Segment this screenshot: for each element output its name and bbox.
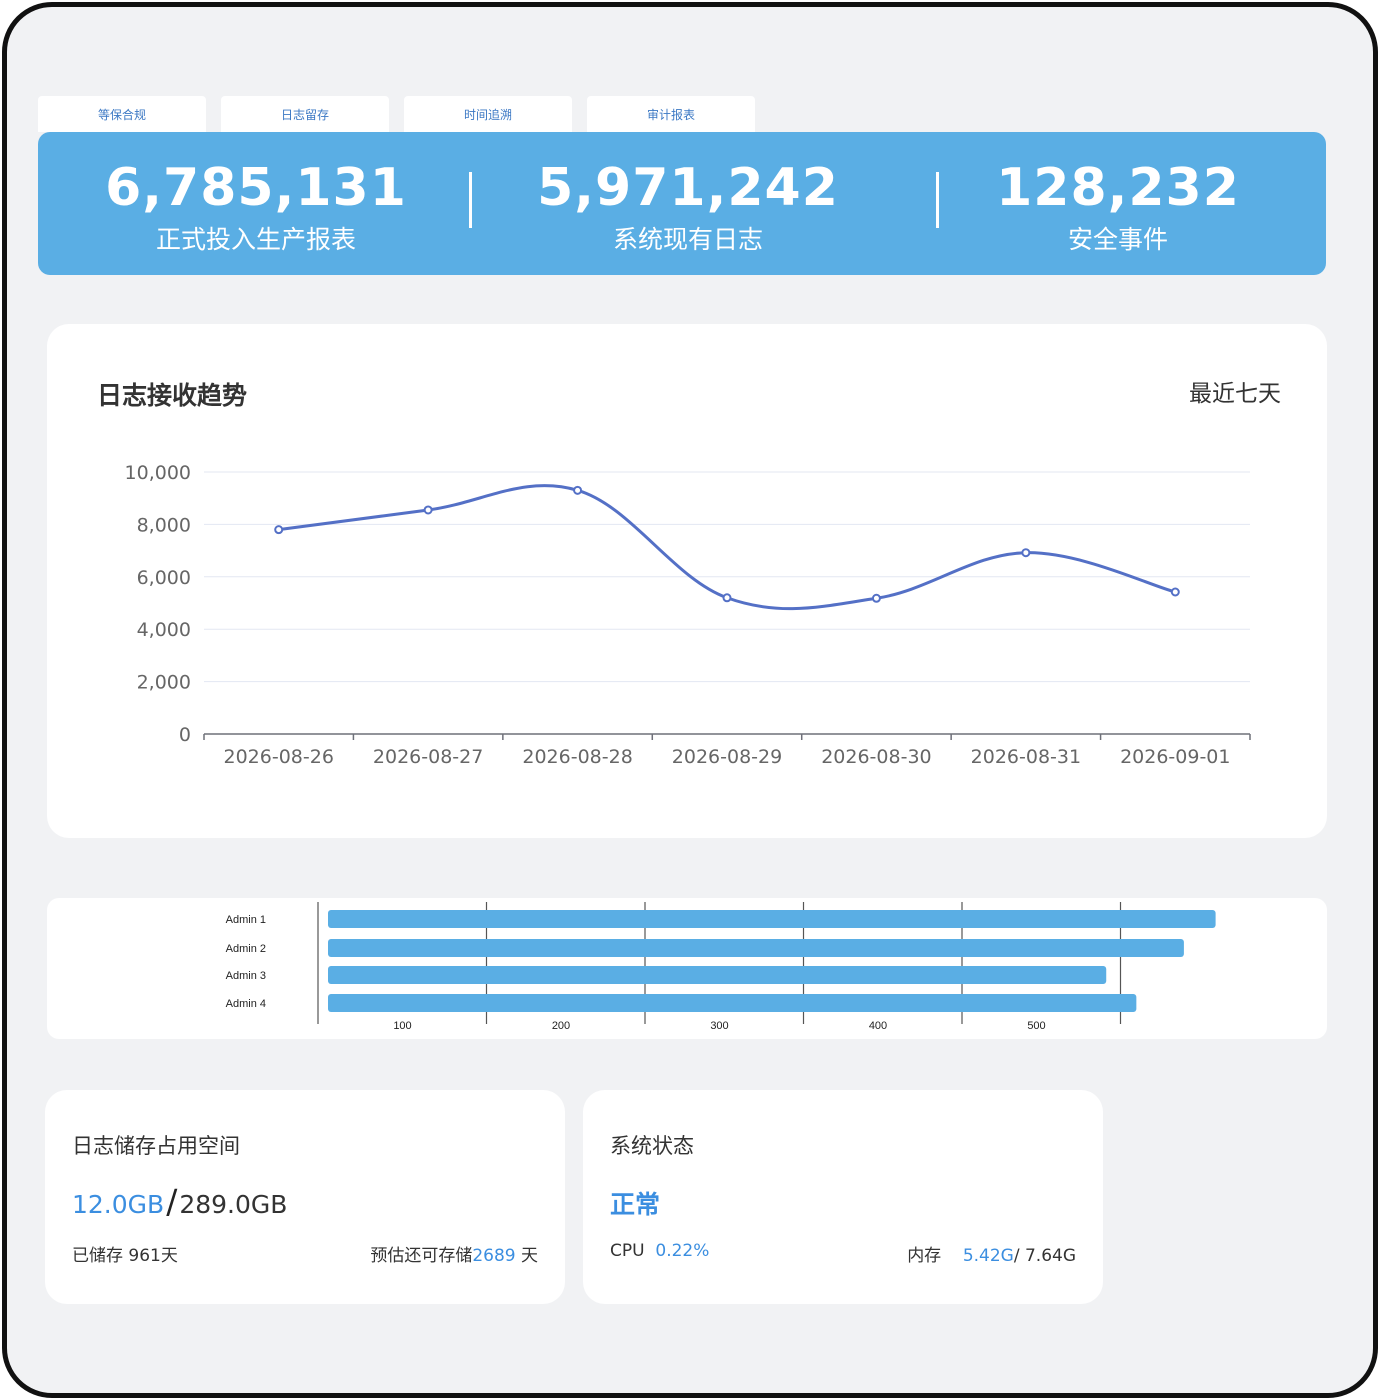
stat-events: 128,232 安全事件 bbox=[900, 132, 1336, 275]
storage-remaining: 预估还可存储2689 天 bbox=[370, 1241, 538, 1266]
bar bbox=[328, 966, 1107, 984]
y-tick-label: Admin 3 bbox=[226, 970, 266, 982]
x-tick-label: 2026-08-31 bbox=[971, 746, 1081, 768]
tab-log-retention[interactable]: 日志留存 bbox=[221, 96, 389, 132]
storage-remaining-days: 2689 bbox=[472, 1246, 516, 1266]
data-point bbox=[871, 593, 881, 603]
memory-total: / 7.64G bbox=[1013, 1246, 1076, 1266]
tab-time-trace[interactable]: 时间追溯 bbox=[404, 96, 572, 132]
y-tick-label: 10,000 bbox=[125, 462, 191, 484]
data-point bbox=[722, 593, 732, 603]
bar bbox=[328, 939, 1184, 957]
tab-compliance[interactable]: 等保合规 bbox=[38, 96, 206, 132]
storage-remaining-prefix: 预估还可存储 bbox=[370, 1246, 473, 1266]
storage-usage: 12.0GB/289.0GB bbox=[72, 1182, 287, 1221]
data-point bbox=[274, 525, 284, 535]
storage-remaining-suffix: 天 bbox=[515, 1246, 538, 1266]
y-tick-label: 2,000 bbox=[137, 672, 191, 694]
stat-events-label: 安全事件 bbox=[1067, 225, 1168, 254]
storage-separator: / bbox=[166, 1182, 178, 1221]
series-line bbox=[278, 484, 1176, 611]
x-tick-label: 2026-08-27 bbox=[373, 746, 483, 768]
x-tick-label: 100 bbox=[393, 1020, 411, 1032]
cpu-value: 0.22% bbox=[655, 1241, 710, 1261]
bar bbox=[328, 910, 1216, 928]
system-status-card: 系统状态 正常 CPU 0.22% 内存 5.42G/ 7.64G bbox=[583, 1090, 1103, 1304]
system-status-title: 系统状态 bbox=[610, 1134, 694, 1158]
data-point bbox=[1021, 548, 1031, 558]
admin-bar-card: 100 200 300 400 500 Admin 1 Admin 2 Admin 3 Admi… bbox=[47, 898, 1327, 1039]
memory-label: 内存 bbox=[907, 1246, 942, 1266]
stat-logs-value: 5,971,242 bbox=[537, 158, 839, 218]
stat-events-value: 128,232 bbox=[996, 158, 1240, 218]
x-tick-label: 2026-08-29 bbox=[672, 746, 782, 768]
cpu-label: CPU bbox=[610, 1241, 645, 1261]
x-tick-label: 300 bbox=[710, 1020, 728, 1032]
y-tick-label: 8,000 bbox=[137, 514, 191, 536]
storage-card: 日志储存占用空间 12.0GB/289.0GB 已储存 961天 预估还可存储2… bbox=[45, 1090, 565, 1304]
stat-logs: 5,971,242 系统现有日志 bbox=[470, 132, 906, 275]
storage-used: 12.0GB bbox=[72, 1190, 165, 1219]
y-tick-label: Admin 1 bbox=[226, 914, 266, 926]
x-tick-label: 2026-08-26 bbox=[224, 746, 334, 768]
y-tick-label: 6,000 bbox=[137, 567, 191, 589]
data-point bbox=[573, 485, 583, 495]
system-status-value: 正常 bbox=[610, 1190, 661, 1219]
system-metrics: CPU 0.22% 内存 5.42G/ 7.64G bbox=[610, 1241, 1076, 1266]
stat-reports-label: 正式投入生产报表 bbox=[155, 225, 356, 254]
stat-reports-value: 6,785,131 bbox=[105, 158, 407, 218]
memory-used: 5.42G bbox=[962, 1246, 1014, 1266]
x-tick-label: 500 bbox=[1027, 1020, 1045, 1032]
stats-banner: 6,785,131 正式投入生产报表 5,971,242 系统现有日志 128,… bbox=[38, 132, 1326, 275]
data-point bbox=[1170, 587, 1180, 597]
y-tick-label: Admin 4 bbox=[226, 998, 266, 1010]
bar bbox=[328, 994, 1137, 1012]
data-point bbox=[423, 505, 433, 515]
stat-logs-label: 系统现有日志 bbox=[612, 225, 763, 254]
memory-metric: 内存 5.42G/ 7.64G bbox=[907, 1241, 1076, 1266]
storage-stored-days: 已储存 961天 bbox=[72, 1246, 178, 1266]
log-trend-chart: 0 2,000 4,000 6,000 8,000 10,000 2026-08-26 202… bbox=[125, 462, 1251, 768]
stat-reports: 6,785,131 正式投入生产报表 bbox=[38, 132, 474, 275]
storage-title: 日志储存占用空间 bbox=[72, 1134, 240, 1158]
x-tick-label: 2026-08-28 bbox=[522, 746, 632, 768]
log-trend-card: 日志接收趋势 最近七天 0 2,000 4,000 6,000 8,000 10,000 2… bbox=[47, 324, 1327, 838]
app-frame: 等保合规 日志留存 时间追溯 审计报表 6,785,131 正式投入生产报表 5… bbox=[2, 2, 1378, 1398]
x-tick-label: 2026-08-30 bbox=[821, 746, 931, 768]
tab-audit-report[interactable]: 审计报表 bbox=[587, 96, 755, 132]
cpu-metric: CPU 0.22% bbox=[610, 1241, 709, 1266]
admin-bar-chart: 100 200 300 400 500 Admin 1 Admin 2 Admin 3 Admi… bbox=[226, 902, 1216, 1032]
x-tick-label: 400 bbox=[869, 1020, 887, 1032]
storage-details: 已储存 961天 预估还可存储2689 天 bbox=[72, 1241, 538, 1266]
x-tick-label: 2026-09-01 bbox=[1120, 746, 1230, 768]
y-tick-label: Admin 2 bbox=[226, 943, 266, 955]
y-tick-label: 0 bbox=[179, 724, 191, 746]
y-tick-label: 4,000 bbox=[137, 619, 191, 641]
x-tick-label: 200 bbox=[552, 1020, 570, 1032]
storage-total: 289.0GB bbox=[179, 1190, 288, 1219]
